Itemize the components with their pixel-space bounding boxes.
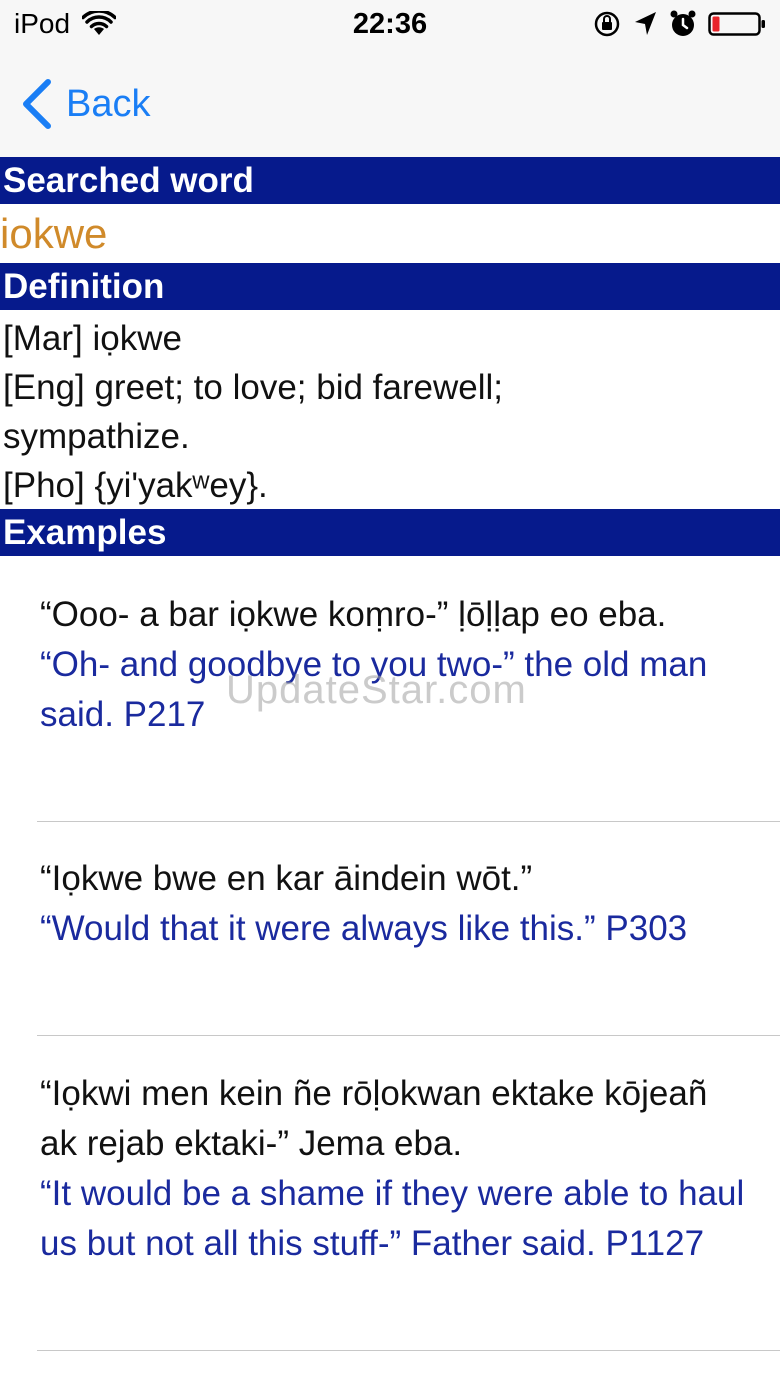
example-marshallese: “Iọkwe bwe en kar āindein wōt.” xyxy=(40,859,533,898)
definition-pho: [Pho] {yi'yakʷey}. xyxy=(3,466,268,505)
alarm-icon xyxy=(670,10,696,36)
definition-text: [Mar] iọkwe [Eng] greet; to love; bid fa… xyxy=(3,314,773,510)
battery-icon xyxy=(708,12,765,36)
top-chrome: iPod 22:36 Back xyxy=(0,0,780,157)
status-right xyxy=(582,9,766,39)
searched-word: iokwe xyxy=(0,210,108,257)
searched-word-header: Searched word xyxy=(0,157,780,204)
watermark: UpdateStar.com xyxy=(226,668,527,712)
definition-eng-cont: sympathize. xyxy=(3,417,190,456)
location-arrow-icon xyxy=(635,12,656,35)
definition-mar: [Mar] iọkwe xyxy=(3,319,182,358)
back-button[interactable]: Back xyxy=(18,78,150,130)
example-item[interactable]: “Iọkwe bwe en kar āindein wōt.” “Would t… xyxy=(0,822,780,1036)
chevron-left-icon xyxy=(23,79,51,129)
examples-header: Examples xyxy=(0,509,780,556)
screen: iPod 22:36 Back Searched word iokwe Defi… xyxy=(0,0,780,1387)
example-marshallese: “Ooo- a bar iọkwe koṃro-” ḷōḷḷap eo eba. xyxy=(40,595,667,634)
example-item[interactable]: “Iọkwi men kein ñe rōḷokwan ektake kōjea… xyxy=(0,1036,780,1351)
definition-eng: [Eng] greet; to love; bid farewell; xyxy=(3,368,503,407)
example-english: “Would that it were always like this.” P… xyxy=(40,909,688,948)
nav-bar: Back xyxy=(0,60,780,150)
back-label: Back xyxy=(66,83,151,125)
definition-header: Definition xyxy=(0,263,780,310)
example-marshallese: “Iọkwi men kein ñe rōḷokwan ektake kōjea… xyxy=(40,1074,708,1163)
example-english: “It would be a shame if they were able t… xyxy=(40,1174,745,1263)
orientation-lock-icon xyxy=(594,11,620,37)
separator xyxy=(37,1350,780,1351)
status-bar: iPod 22:36 xyxy=(0,0,780,52)
